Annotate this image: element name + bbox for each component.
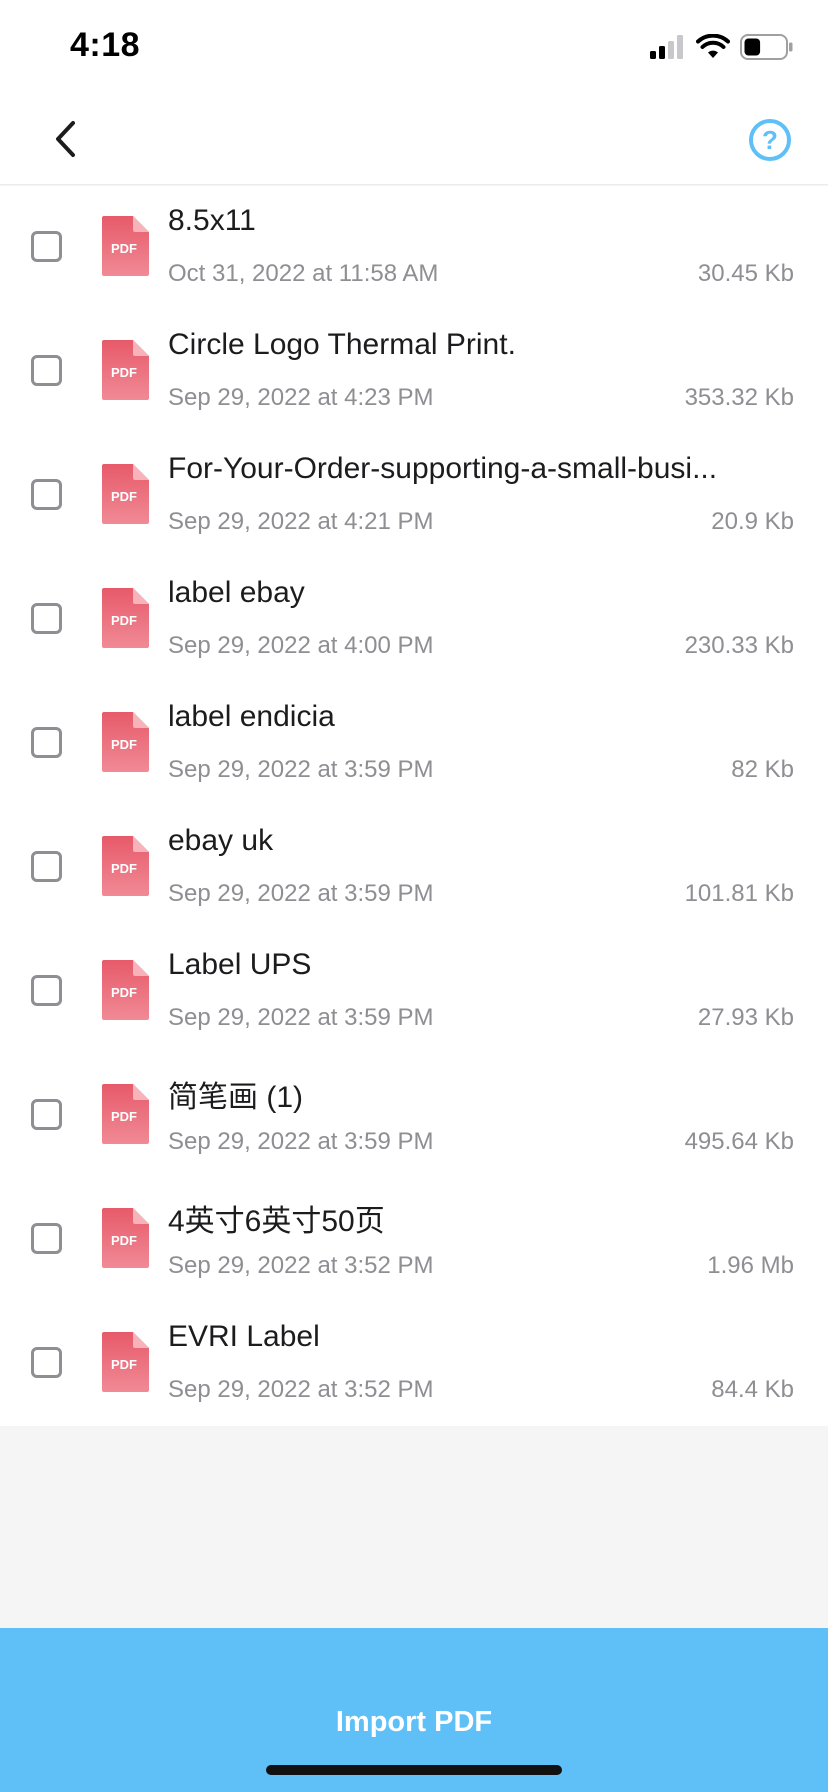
file-date: Sep 29, 2022 at 3:52 PM [168, 1252, 434, 1279]
file-name: 8.5x11 [168, 204, 256, 237]
file-size: 20.9 Kb [711, 508, 794, 535]
select-checkbox[interactable] [31, 1347, 62, 1378]
select-checkbox[interactable] [31, 603, 62, 634]
status-icons [650, 34, 794, 60]
file-list: PDF 8.5x11 Oct 31, 2022 at 11:58 AM 30.45 K… [0, 186, 828, 1426]
file-row[interactable]: PDF For-Your-Order-supporting-a-small-bus… [0, 434, 828, 558]
pdf-icon-label: PDF [111, 1109, 137, 1124]
pdf-icon-label: PDF [111, 613, 137, 628]
pdf-file-icon: PDF [102, 1084, 149, 1144]
file-name: Label UPS [168, 948, 312, 981]
pdf-icon-label: PDF [111, 489, 137, 504]
file-size: 84.4 Kb [711, 1376, 794, 1403]
back-button[interactable] [40, 114, 90, 164]
file-name: 简笔画 (1) [168, 1081, 303, 1114]
file-row[interactable]: PDF Label UPS Sep 29, 2022 at 3:59 PM 27.93… [0, 930, 828, 1054]
file-row[interactable]: PDF label ebay Sep 29, 2022 at 4:00 PM 230.… [0, 558, 828, 682]
status-time: 4:18 [70, 26, 141, 64]
chevron-left-icon [56, 121, 75, 157]
file-date: Sep 29, 2022 at 3:59 PM [168, 756, 434, 783]
pdf-icon-label: PDF [111, 737, 137, 752]
file-date: Sep 29, 2022 at 3:59 PM [168, 1004, 434, 1031]
screen: 4:18 ? PDF 8.5x11 Oct 31, 2022 at 11:58 … [0, 0, 828, 1792]
pdf-file-icon: PDF [102, 216, 149, 276]
select-checkbox[interactable] [31, 479, 62, 510]
pdf-file-icon: PDF [102, 1332, 149, 1392]
file-size: 230.33 Kb [684, 632, 794, 659]
select-checkbox[interactable] [31, 727, 62, 758]
file-size: 82 Kb [731, 756, 794, 783]
file-row[interactable]: PDF ebay uk Sep 29, 2022 at 3:59 PM 101.81 … [0, 806, 828, 930]
file-date: Sep 29, 2022 at 4:21 PM [168, 508, 434, 535]
pdf-file-icon: PDF [102, 340, 149, 400]
pdf-icon-label: PDF [111, 861, 137, 876]
file-name: 4英寸6英寸50页 [168, 1205, 385, 1238]
file-date: Oct 31, 2022 at 11:58 AM [168, 260, 439, 287]
select-checkbox[interactable] [31, 1099, 62, 1130]
question-circle-icon: ? [749, 119, 791, 161]
file-name: For-Your-Order-supporting-a-small-busi..… [168, 452, 718, 485]
status-bar: 4:18 [0, 0, 828, 94]
pdf-icon-label: PDF [111, 985, 137, 1000]
file-size: 1.96 Mb [707, 1252, 794, 1279]
select-checkbox[interactable] [31, 1223, 62, 1254]
file-name: EVRI Label [168, 1320, 320, 1353]
file-name: ebay uk [168, 824, 274, 857]
pdf-icon-label: PDF [111, 1233, 137, 1248]
file-size: 30.45 Kb [697, 260, 794, 287]
file-date: Sep 29, 2022 at 4:23 PM [168, 384, 434, 411]
file-date: Sep 29, 2022 at 3:52 PM [168, 1376, 434, 1403]
file-row[interactable]: PDF EVRI Label Sep 29, 2022 at 3:52 PM 84.4… [0, 1302, 828, 1426]
nav-bar: ? [0, 94, 828, 185]
help-symbol: ? [762, 125, 778, 155]
file-row[interactable]: PDF 简笔画 (1) Sep 29, 2022 at 3:59 PM 495.64 … [0, 1054, 828, 1178]
file-name: label endicia [168, 700, 335, 733]
file-date: Sep 29, 2022 at 3:59 PM [168, 880, 434, 907]
pdf-file-icon: PDF [102, 836, 149, 896]
file-size: 27.93 Kb [697, 1004, 794, 1031]
select-checkbox[interactable] [31, 355, 62, 386]
pdf-icon-label: PDF [111, 365, 137, 380]
select-checkbox[interactable] [31, 231, 62, 262]
file-size: 101.81 Kb [684, 880, 794, 907]
file-date: Sep 29, 2022 at 4:00 PM [168, 632, 434, 659]
pdf-file-icon: PDF [102, 588, 149, 648]
pdf-file-icon: PDF [102, 960, 149, 1020]
pdf-file-icon: PDF [102, 464, 149, 524]
file-row[interactable]: PDF 4英寸6英寸50页 Sep 29, 2022 at 3:52 PM 1.96 … [0, 1178, 828, 1302]
select-checkbox[interactable] [31, 851, 62, 882]
help-button[interactable]: ? [748, 118, 792, 162]
file-date: Sep 29, 2022 at 3:59 PM [168, 1128, 434, 1155]
pdf-file-icon: PDF [102, 1208, 149, 1268]
file-row[interactable]: PDF 8.5x11 Oct 31, 2022 at 11:58 AM 30.45 K… [0, 186, 828, 310]
pdf-icon-label: PDF [111, 1357, 137, 1372]
cellular-signal-icon [650, 35, 683, 59]
wifi-icon [696, 34, 730, 58]
file-row[interactable]: PDF Circle Logo Thermal Print. Sep 29, 202… [0, 310, 828, 434]
pdf-file-icon: PDF [102, 712, 149, 772]
file-name: label ebay [168, 576, 305, 609]
battery-icon [740, 34, 793, 60]
home-indicator [266, 1765, 562, 1775]
file-row[interactable]: PDF label endicia Sep 29, 2022 at 3:59 PM 8… [0, 682, 828, 806]
file-size: 353.32 Kb [684, 384, 794, 411]
file-size: 495.64 Kb [684, 1128, 794, 1155]
pdf-icon-label: PDF [111, 241, 137, 256]
file-name: Circle Logo Thermal Print. [168, 328, 516, 361]
select-checkbox[interactable] [31, 975, 62, 1006]
